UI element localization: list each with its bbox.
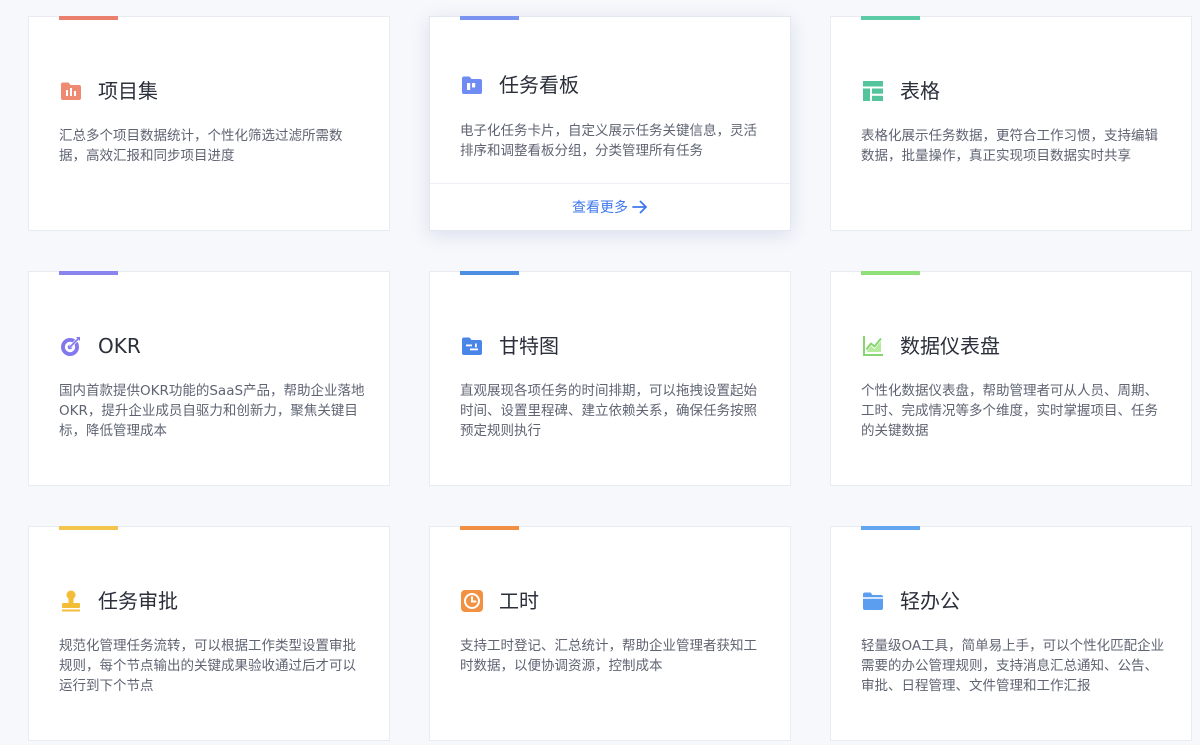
- card-accent-bar: [861, 16, 920, 20]
- card-title: OKR: [98, 334, 141, 358]
- card-title: 任务审批: [98, 589, 178, 613]
- card-title: 轻办公: [900, 589, 960, 613]
- card-header: 轻办公: [861, 588, 960, 614]
- feature-card-project-set[interactable]: 项目集 汇总多个项目数据统计，个性化筛选过滤所需数据，高效汇报和同步项目进度: [28, 16, 390, 231]
- arrow-right-icon: [632, 200, 648, 214]
- card-description: 国内首款提供OKR功能的SaaS产品，帮助企业落地OKR，提升企业成员自驱力和创…: [59, 383, 365, 439]
- card-title: 数据仪表盘: [900, 334, 1000, 358]
- card-description: 支持工时登记、汇总统计，帮助企业管理者获知工时数据，以便协调资源，控制成本: [460, 638, 757, 674]
- feature-card-gantt[interactable]: 甘特图 直观展现各项任务的时间排期，可以拖拽设置起始时间、设置里程碑、建立依赖关…: [429, 271, 791, 486]
- card-description: 表格化展示任务数据，更符合工作习惯，支持编辑数据，批量操作，真正实现项目数据实时…: [861, 128, 1158, 164]
- feature-card-dashboard[interactable]: 数据仪表盘 个性化数据仪表盘，帮助管理者可从人员、周期、工时、完成情况等多个维度…: [830, 271, 1192, 486]
- card-accent-bar: [861, 526, 920, 530]
- table-icon: [861, 79, 885, 103]
- card-header: 任务看板: [460, 72, 579, 98]
- view-more-label: 查看更多: [572, 200, 628, 216]
- card-title: 工时: [499, 589, 539, 613]
- feature-card-okr[interactable]: OKR 国内首款提供OKR功能的SaaS产品，帮助企业落地OKR，提升企业成员自…: [28, 271, 390, 486]
- card-header: 项目集: [59, 78, 158, 104]
- card-description: 轻量级OA工具，简单易上手，可以个性化匹配企业需要的办公管理规则，支持消息汇总通…: [861, 638, 1165, 694]
- card-accent-bar: [460, 16, 519, 20]
- card-header: OKR: [59, 333, 141, 359]
- feature-card-task-board[interactable]: 任务看板 电子化任务卡片，自定义展示任务关键信息，灵活排序和调整看板分组，分类管…: [429, 16, 791, 231]
- project-set-icon: [59, 79, 83, 103]
- card-description: 汇总多个项目数据统计，个性化筛选过滤所需数据，高效汇报和同步项目进度: [59, 128, 343, 164]
- card-header: 任务审批: [59, 588, 178, 614]
- feature-card-light-office[interactable]: 轻办公 轻量级OA工具，简单易上手，可以个性化匹配企业需要的办公管理规则，支持消…: [830, 526, 1192, 741]
- task-board-icon: [460, 73, 484, 97]
- card-title: 项目集: [98, 79, 158, 103]
- feature-card-work-hours[interactable]: 工时 支持工时登记、汇总统计，帮助企业管理者获知工时数据，以便协调资源，控制成本: [429, 526, 791, 741]
- card-accent-bar: [460, 271, 519, 275]
- gantt-chart-icon: [460, 334, 484, 358]
- okr-target-icon: [59, 334, 83, 358]
- card-header: 表格: [861, 78, 940, 104]
- card-description: 个性化数据仪表盘，帮助管理者可从人员、周期、工时、完成情况等多个维度，实时掌握项…: [861, 383, 1158, 439]
- feature-card-table[interactable]: 表格 表格化展示任务数据，更符合工作习惯，支持编辑数据，批量操作，真正实现项目数…: [830, 16, 1192, 231]
- view-more-link[interactable]: 查看更多: [430, 183, 790, 230]
- card-accent-bar: [861, 271, 920, 275]
- feature-grid: 项目集 汇总多个项目数据统计，个性化筛选过滤所需数据，高效汇报和同步项目进度 任…: [28, 16, 1192, 745]
- card-accent-bar: [59, 271, 118, 275]
- clock-icon: [460, 589, 484, 613]
- card-accent-bar: [59, 526, 118, 530]
- card-header: 甘特图: [460, 333, 559, 359]
- card-header: 数据仪表盘: [861, 333, 1000, 359]
- card-accent-bar: [59, 16, 118, 20]
- card-title: 甘特图: [499, 334, 559, 358]
- dashboard-chart-icon: [861, 334, 885, 358]
- card-description: 规范化管理任务流转，可以根据工作类型设置审批规则，每个节点输出的关键成果验收通过…: [59, 638, 356, 694]
- card-title: 任务看板: [499, 73, 579, 97]
- approval-stamp-icon: [59, 589, 83, 613]
- card-title: 表格: [900, 79, 940, 103]
- card-description: 电子化任务卡片，自定义展示任务关键信息，灵活排序和调整看板分组，分类管理所有任务: [460, 123, 757, 159]
- card-header: 工时: [460, 588, 539, 614]
- card-accent-bar: [460, 526, 519, 530]
- folder-icon: [861, 589, 885, 613]
- feature-card-approval[interactable]: 任务审批 规范化管理任务流转，可以根据工作类型设置审批规则，每个节点输出的关键成…: [28, 526, 390, 741]
- card-description: 直观展现各项任务的时间排期，可以拖拽设置起始时间、设置里程碑、建立依赖关系，确保…: [460, 383, 757, 439]
